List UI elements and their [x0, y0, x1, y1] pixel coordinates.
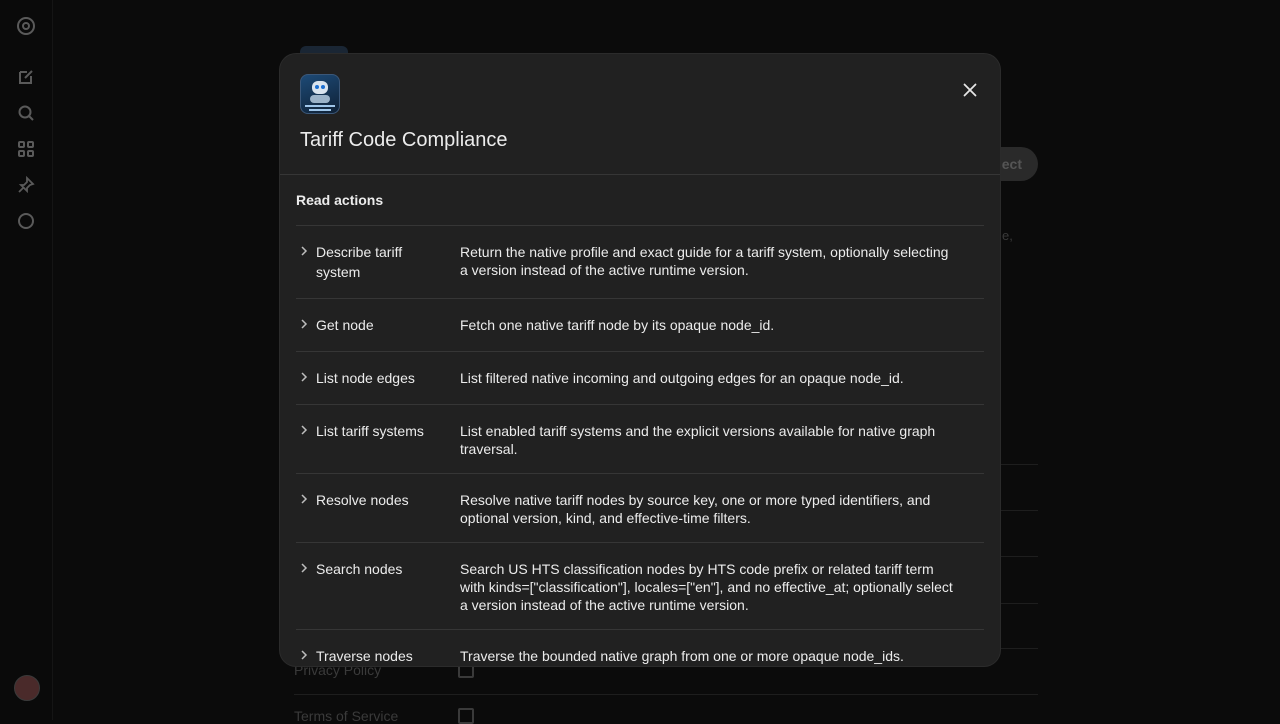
action-expand-toggle[interactable]: Resolve nodes [296, 490, 460, 522]
action-description: List filtered native incoming and outgoi… [460, 370, 904, 386]
modal-header: Tariff Code Compliance [280, 54, 1000, 175]
modal-title: Tariff Code Compliance [300, 129, 508, 151]
action-expand-toggle[interactable]: Search nodes [296, 559, 460, 609]
action-name: Get node [316, 317, 374, 333]
terms-of-service-link: Terms of Service [294, 708, 399, 724]
chevron-right-icon [300, 421, 316, 439]
external-link-icon [458, 708, 474, 724]
action-row: Describe tariff system Return the native… [296, 226, 984, 299]
close-button[interactable] [956, 76, 984, 104]
chevron-right-icon [300, 490, 316, 508]
app-details-modal: Tariff Code Compliance Read actions Desc… [280, 54, 1000, 666]
action-row: List tariff systems List enabled tariff … [296, 405, 984, 474]
action-description: Resolve native tariff nodes by source ke… [460, 492, 931, 526]
action-row: Search nodes Search US HTS classificatio… [296, 543, 984, 630]
action-row: List node edges List filtered native inc… [296, 352, 984, 405]
robot-app-icon [300, 74, 340, 114]
chevron-right-icon [300, 559, 316, 577]
divider [294, 694, 1038, 695]
action-name: List node edges [316, 370, 415, 386]
background-text-fragment: e, [1002, 228, 1013, 243]
action-name: Traverse nodes [316, 648, 413, 664]
chevron-right-icon [300, 368, 316, 386]
action-description: List enabled tariff systems and the expl… [460, 423, 936, 457]
action-description: Fetch one native tariff node by its opaq… [460, 317, 775, 333]
section-label: Read actions [296, 192, 384, 208]
action-description: Return the native profile and exact guid… [460, 244, 949, 278]
modal-body[interactable]: Read actions Describe tariff system Retu… [296, 175, 984, 666]
action-expand-toggle[interactable]: List node edges [296, 368, 460, 386]
action-name: Resolve nodes [316, 492, 409, 508]
action-row: Get node Fetch one native tariff node by… [296, 299, 984, 352]
action-row: Resolve nodes Resolve native tariff node… [296, 474, 984, 543]
close-icon [963, 83, 977, 97]
action-name: Search nodes [316, 561, 403, 577]
chevron-right-icon [300, 242, 316, 260]
action-expand-toggle[interactable]: Describe tariff system [296, 242, 460, 280]
action-expand-toggle[interactable]: List tariff systems [296, 421, 460, 453]
chevron-right-icon [300, 646, 316, 664]
action-description: Search US HTS classification nodes by HT… [460, 561, 953, 613]
action-expand-toggle[interactable]: Traverse nodes [296, 646, 460, 664]
action-description: Traverse the bounded native graph from o… [460, 648, 904, 664]
action-row: Traverse nodes Traverse the bounded nati… [296, 630, 984, 666]
action-expand-toggle[interactable]: Get node [296, 315, 460, 333]
action-name: List tariff systems [316, 423, 424, 439]
actions-list: Describe tariff system Return the native… [296, 225, 984, 666]
action-name: Describe tariff system [316, 244, 403, 280]
chevron-right-icon [300, 315, 316, 333]
